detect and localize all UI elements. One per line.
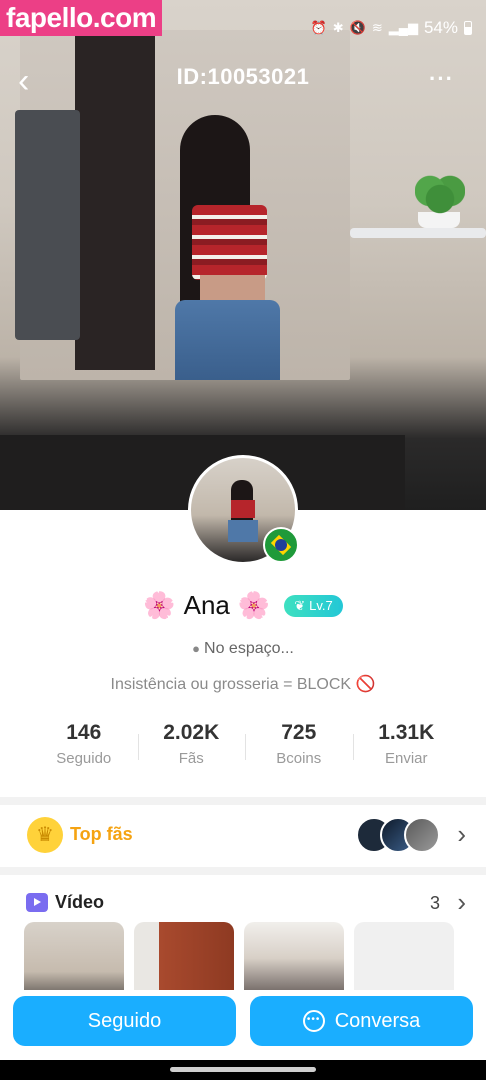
top-fans-title: Top fãs: [70, 824, 133, 844]
more-dots-icon: ···: [429, 66, 454, 91]
top-fans-row[interactable]: ♛ Top fãs ›: [0, 805, 486, 867]
chat-bubble-icon: •••: [302, 1010, 325, 1032]
video-thumbnail-placeholder: [354, 922, 454, 994]
bio: Insistência ou grosseria = BLOCK 🚫: [0, 674, 486, 694]
crown-icon: ♛: [27, 817, 63, 853]
signal-icon: ▂▄▆: [388, 20, 418, 35]
stat-value: 146: [66, 721, 102, 744]
video-thumbnail[interactable]: [134, 922, 234, 994]
stats-row: 146 Seguido 2.02K Fãs 725 Bcoins 1.31K E…: [30, 720, 460, 776]
stat-label: Fãs: [178, 750, 204, 767]
watermark: fapello.com: [0, 0, 163, 36]
follow-button-label: Seguido: [87, 1009, 162, 1032]
mute-icon: 🔇: [349, 20, 366, 35]
video-thumbnail[interactable]: [24, 922, 124, 994]
blossom-icon: 🌸: [143, 590, 176, 620]
video-count: 3: [429, 893, 440, 913]
cover-plant: [415, 175, 465, 215]
stat-bcoins[interactable]: 725 Bcoins: [245, 720, 353, 776]
no-entry-icon: 🚫: [355, 676, 376, 693]
stat-label: Enviar: [384, 750, 428, 767]
system-nav-bar: [0, 1060, 486, 1080]
avatar-figure-top: [231, 500, 255, 518]
cover-towel: [15, 110, 80, 340]
name-row: 🌸 Ana 🌸 ❦ Lv.7: [0, 590, 486, 621]
avatar-figure-jeans: [228, 520, 258, 542]
video-thumbnails: [24, 922, 464, 994]
bottom-action-bar: Seguido ••• Conversa: [0, 990, 486, 1060]
chat-button-label: Conversa: [334, 1009, 421, 1032]
video-thumbnail[interactable]: [244, 922, 344, 994]
chat-button[interactable]: ••• Conversa: [250, 996, 473, 1046]
section-divider: [0, 797, 486, 805]
stat-value: 1.31K: [378, 721, 435, 744]
level-label: Lv.7: [309, 597, 333, 613]
cover-figure-top: [192, 205, 267, 280]
home-indicator[interactable]: [170, 1067, 316, 1072]
stat-value: 725: [281, 721, 317, 744]
wifi-icon: ≋: [371, 20, 383, 35]
level-badge[interactable]: ❦ Lv.7: [284, 594, 343, 617]
status-bar: ⏰ ✱ 🔇 ≋ ▂▄▆ 54%: [311, 16, 472, 40]
video-title: Vídeo: [55, 892, 105, 912]
profile-name: Ana: [183, 590, 230, 620]
map-pin-icon: ●: [192, 641, 201, 656]
blossom-icon: 🌸: [237, 590, 271, 620]
stat-label: Bcoins: [276, 750, 322, 767]
follow-button[interactable]: Seguido: [13, 996, 236, 1046]
sprout-icon: ❦: [294, 597, 306, 613]
cover-shelf: [350, 228, 486, 238]
location-text: No espaço...: [204, 640, 294, 657]
chevron-right-icon: ›: [457, 819, 466, 849]
battery-percent: 54%: [423, 18, 458, 37]
more-button[interactable]: ···: [429, 66, 454, 92]
stat-following[interactable]: 146 Seguido: [30, 720, 138, 776]
tv-play-icon: [26, 893, 48, 912]
stat-fans[interactable]: 2.02K Fãs: [137, 720, 246, 776]
bio-text: Insistência ou grosseria = BLOCK: [110, 676, 352, 693]
brazil-flag-icon: [263, 527, 299, 563]
cover-figure-jeans: [175, 300, 280, 380]
alarm-icon: ⏰: [310, 20, 327, 35]
user-id: ID:10053021: [176, 64, 310, 89]
stat-label: Seguido: [56, 750, 112, 767]
bluetooth-icon: ✱: [332, 20, 344, 35]
section-divider: [0, 867, 486, 875]
video-section-header[interactable]: Vídeo 3 ›: [0, 882, 486, 922]
top-fans-avatars: [356, 817, 440, 853]
stat-sent[interactable]: 1.31K Enviar: [352, 720, 461, 776]
chevron-right-icon: ›: [457, 887, 466, 917]
fan-avatar: [404, 817, 440, 853]
battery-icon: [464, 21, 472, 35]
location: ● No espaço...: [0, 640, 486, 658]
stat-value: 2.02K: [163, 721, 220, 744]
